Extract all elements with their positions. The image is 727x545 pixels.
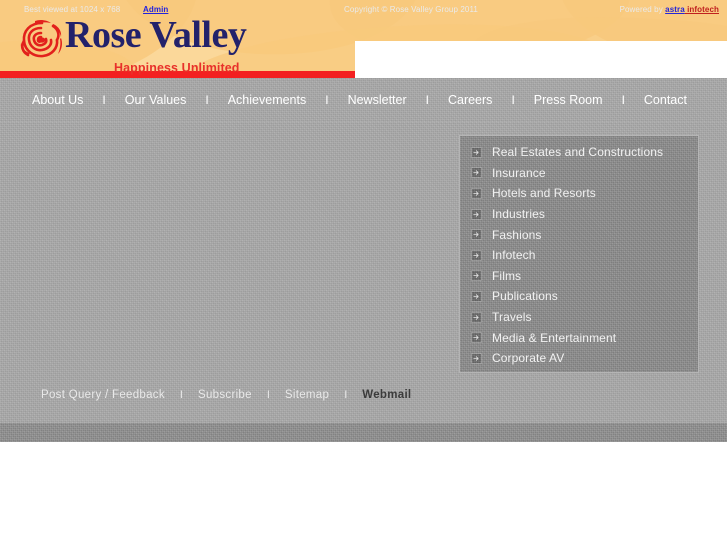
footer-link-subscribe[interactable]: Subscribe: [198, 389, 252, 401]
menu-item-real-estates-and-constructions[interactable]: Real Estates and Constructions: [460, 142, 698, 163]
header-white-panel: [355, 41, 727, 78]
menu-item-infotech[interactable]: Infotech: [460, 245, 698, 266]
menu-item-films[interactable]: Films: [460, 266, 698, 287]
nav-separator: I: [425, 93, 429, 107]
arrow-right-icon: [471, 352, 482, 364]
menu-item-label: Fashions: [492, 227, 542, 242]
menu-item-industries[interactable]: Industries: [460, 204, 698, 225]
menu-item-fashions[interactable]: Fashions: [460, 224, 698, 245]
menu-item-travels[interactable]: Travels: [460, 307, 698, 328]
arrow-right-icon: [471, 270, 482, 282]
menu-item-label: Real Estates and Constructions: [492, 145, 664, 160]
business-divisions-list: Real Estates and Constructions Insurance…: [460, 142, 698, 369]
nav-item-press-room[interactable]: Press Room: [534, 93, 603, 107]
main-navigation: About Us I Our Values I Achievements I N…: [0, 78, 727, 122]
best-viewed-text: Best viewed at 1024 x 768: [24, 5, 121, 14]
menu-item-hotels-and-resorts[interactable]: Hotels and Resorts: [460, 183, 698, 204]
footer-link-sitemap[interactable]: Sitemap: [285, 389, 329, 401]
footer-separator: I: [179, 389, 183, 401]
footer-navigation: Post Query / Feedback I Subscribe I Site…: [41, 389, 411, 401]
arrow-right-icon: [471, 146, 482, 158]
nav-item-contact[interactable]: Contact: [644, 93, 687, 107]
copyright-text: Copyright © Rose Valley Group 2011: [344, 5, 478, 14]
astra-infotech-link[interactable]: astra: [665, 5, 685, 14]
nav-item-careers[interactable]: Careers: [448, 93, 492, 107]
arrow-right-icon: [471, 229, 482, 241]
menu-item-label: Media & Entertainment: [492, 330, 617, 345]
menu-item-label: Publications: [492, 289, 558, 304]
arrow-right-icon: [471, 167, 482, 179]
logo-tagline: Happiness Unlimited: [114, 61, 240, 75]
footer-separator: I: [266, 389, 270, 401]
menu-item-label: Films: [492, 268, 522, 283]
arrow-right-icon: [471, 249, 482, 261]
nav-separator: I: [205, 93, 209, 107]
menu-item-label: Corporate AV: [492, 351, 565, 366]
nav-separator: I: [325, 93, 329, 107]
business-divisions-panel: Real Estates and Constructions Insurance…: [459, 135, 699, 373]
nav-item-newsletter[interactable]: Newsletter: [348, 93, 407, 107]
rose-icon: [17, 17, 67, 63]
nav-separator: I: [621, 93, 625, 107]
arrow-right-icon: [471, 187, 482, 199]
logo-wordmark: Rose Valley: [65, 14, 247, 56]
menu-item-publications[interactable]: Publications: [460, 286, 698, 307]
menu-item-corporate-av[interactable]: Corporate AV: [460, 348, 698, 369]
arrow-right-icon: [471, 208, 482, 220]
footer-separator: I: [344, 389, 348, 401]
bottom-status-bar: [0, 423, 727, 442]
nav-item-about-us[interactable]: About Us: [32, 93, 83, 107]
menu-item-label: Insurance: [492, 165, 546, 180]
nav-separator: I: [102, 93, 106, 107]
powered-by-label: Powered by: [619, 5, 666, 14]
powered-by-credit: Powered by astra infotech: [620, 5, 719, 14]
nav-separator: I: [511, 93, 515, 107]
arrow-right-icon: [471, 290, 482, 302]
nav-item-achievements[interactable]: Achievements: [228, 93, 307, 107]
nav-item-our-values[interactable]: Our Values: [125, 93, 187, 107]
menu-item-media-and-entertainment[interactable]: Media & Entertainment: [460, 327, 698, 348]
menu-item-label: Travels: [492, 310, 532, 325]
footer-link-webmail[interactable]: Webmail: [362, 389, 411, 401]
menu-item-label: Hotels and Resorts: [492, 186, 596, 201]
menu-item-insurance[interactable]: Insurance: [460, 163, 698, 184]
menu-item-label: Industries: [492, 207, 546, 222]
arrow-right-icon: [471, 311, 482, 323]
footer-link-post-query-feedback[interactable]: Post Query / Feedback: [41, 389, 165, 401]
menu-item-label: Infotech: [492, 248, 536, 263]
arrow-right-icon: [471, 332, 482, 344]
page-root: Rose Valley Happiness Unlimited About Us…: [0, 0, 727, 545]
site-logo[interactable]: Rose Valley Happiness Unlimited: [17, 14, 247, 75]
admin-link[interactable]: Admin: [143, 5, 168, 14]
astra-infotech-link-2[interactable]: infotech: [685, 5, 719, 14]
nav-items: About Us I Our Values I Achievements I N…: [32, 78, 687, 122]
